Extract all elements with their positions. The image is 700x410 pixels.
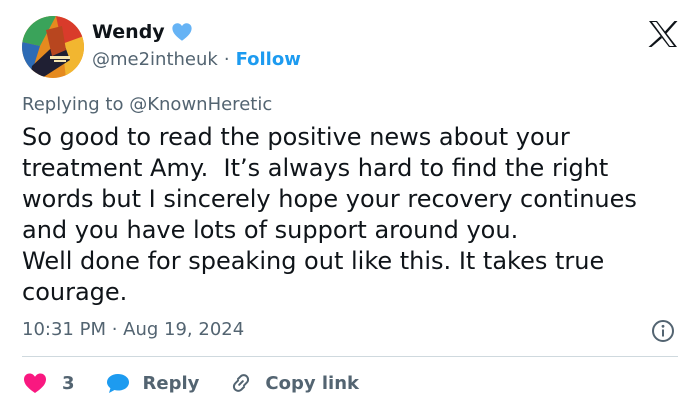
tweet-card: Wendy @me2intheuk · Follow Replying to @… <box>0 0 700 410</box>
author-row: Wendy <box>92 20 193 44</box>
link-icon[interactable] <box>229 371 253 395</box>
divider <box>22 356 678 357</box>
info-icon[interactable] <box>651 319 675 343</box>
replying-to-label: Replying to <box>22 94 124 115</box>
handle-row: @me2intheuk · Follow <box>92 48 301 72</box>
copy-link-button[interactable]: Copy link <box>229 371 359 395</box>
replying-to: Replying to @KnownHeretic <box>22 93 272 117</box>
verified-heart-icon <box>171 21 193 43</box>
avatar[interactable] <box>22 16 84 78</box>
replying-to-mention[interactable]: @KnownHeretic <box>129 94 272 115</box>
reply-label: Reply <box>142 372 200 394</box>
follow-button[interactable]: Follow <box>236 48 301 72</box>
like-button[interactable]: 3 <box>22 371 75 395</box>
reply-button[interactable]: Reply <box>105 371 200 395</box>
heart-icon[interactable] <box>22 371 48 395</box>
tweet-text: So good to read the positive news about … <box>22 123 637 306</box>
copy-link-label: Copy link <box>265 372 359 394</box>
separator-dot: · <box>223 49 230 70</box>
speech-bubble-icon[interactable] <box>105 371 131 395</box>
x-logo-icon[interactable] <box>648 20 678 48</box>
like-count: 3 <box>62 372 75 394</box>
author-handle[interactable]: @me2intheuk <box>92 48 218 72</box>
action-bar: 3 Reply Copy link <box>22 368 359 398</box>
author-name[interactable]: Wendy <box>92 20 165 44</box>
tweet-timestamp[interactable]: 10:31 PM · Aug 19, 2024 <box>22 318 244 342</box>
